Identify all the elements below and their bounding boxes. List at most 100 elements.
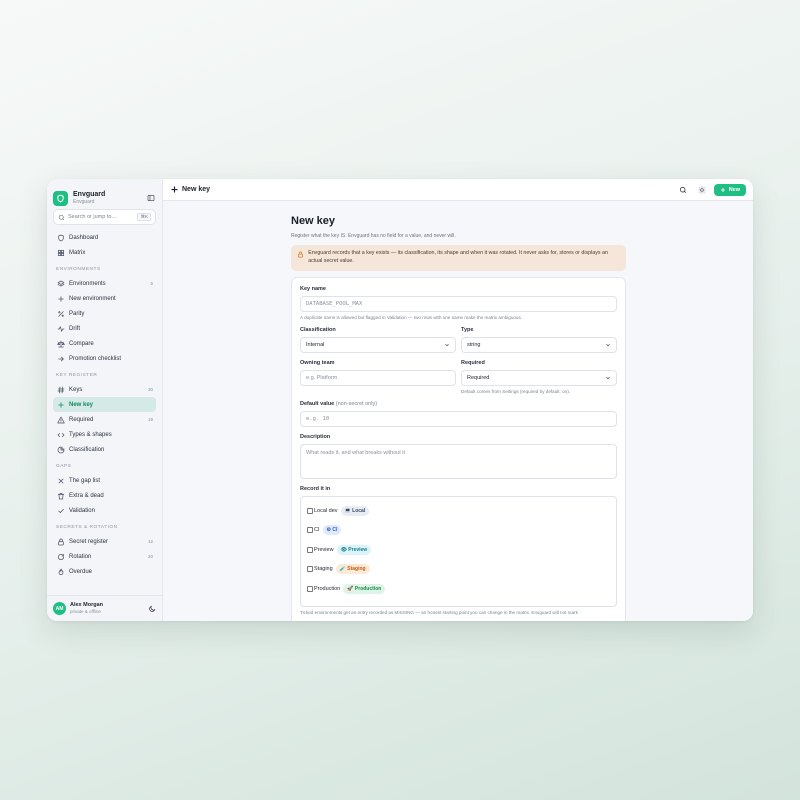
classification-group: Classification Internal <box>300 327 456 353</box>
classification-label: Classification <box>300 326 336 333</box>
owning-team-input[interactable]: e.g. Platform <box>300 369 456 386</box>
required-label: Required <box>461 359 485 366</box>
plus-icon <box>56 294 65 303</box>
user-name: Alex Morgan <box>70 601 104 608</box>
env-checkbox[interactable] <box>307 566 313 573</box>
type-select[interactable]: string <box>461 336 617 353</box>
sidebar-item-label: Environments <box>69 280 106 287</box>
default-value-label: Default value <box>300 400 335 407</box>
env-badge: 👁 Preview <box>336 544 372 555</box>
key-name-group: Key name DATABASE_POOL_MAX A duplicate n… <box>300 286 617 320</box>
user-profile[interactable]: AM Alex Morgan private & offline <box>47 595 162 621</box>
env-checkbox[interactable] <box>307 527 313 534</box>
activity-icon <box>56 324 65 333</box>
sidebar-item-matrix[interactable]: Matrix <box>53 245 156 260</box>
default-value-group: Default value (non-secret only) e.g. 10 <box>300 401 617 427</box>
brand-sub: Envguard <box>73 199 95 205</box>
sidebar-item-types-and-shapes[interactable]: Types & shapes <box>53 427 156 442</box>
env-badge: ⚙ CI <box>322 525 342 536</box>
required-value: Required <box>467 374 490 381</box>
page-subtitle: Register what the key IS. Envguard has n… <box>291 233 456 239</box>
shield-icon <box>56 233 65 242</box>
sidebar-item-label: Keys <box>69 386 83 393</box>
sidebar-item-rotation[interactable]: Rotation 20 <box>53 549 156 564</box>
moon-icon[interactable] <box>148 600 156 618</box>
sidebar-item-label: Compare <box>69 340 94 347</box>
sidebar-item-secret-register[interactable]: Secret register 12 <box>53 534 156 549</box>
env-option-staging: Staging 🧪 Staging <box>307 559 610 579</box>
percent-icon <box>56 309 65 318</box>
required-select[interactable]: Required <box>461 369 617 386</box>
sidebar-item-label: Extra & dead <box>69 492 104 499</box>
app-window: Envguard Envguard Search or jump to... ⌘… <box>47 179 753 621</box>
env-option-local-dev: Local dev 💻 Local <box>307 501 610 521</box>
sidebar-item-label: Secret register <box>69 538 109 545</box>
chevron-down-icon <box>606 376 610 380</box>
sidebar-item-parity[interactable]: Parity <box>53 306 156 321</box>
search-icon[interactable] <box>676 183 690 197</box>
sidebar-item-drift[interactable]: Drift <box>53 321 156 336</box>
check-icon <box>56 506 65 515</box>
sidebar-item-environments[interactable]: Environments 5 <box>53 276 156 291</box>
sidebar-item-label: The gap list <box>69 477 101 484</box>
env-badge: 🧪 Staging <box>335 564 370 575</box>
key-name-label: Key name <box>300 285 326 292</box>
description-placeholder: What reads it, and what breaks without i… <box>306 449 406 456</box>
lock-icon <box>297 251 304 262</box>
sidebar-item-label: New key <box>69 401 94 408</box>
page-title: New key <box>291 215 336 227</box>
sidebar-item-validation[interactable]: Validation <box>53 503 156 518</box>
description-group: Description What reads it, and what brea… <box>300 434 617 479</box>
sidebar-item-the-gap-list[interactable]: The gap list <box>53 473 156 488</box>
env-checkbox[interactable] <box>307 546 313 553</box>
key-name-input[interactable]: DATABASE_POOL_MAX <box>300 295 617 312</box>
new-button[interactable]: New <box>713 183 746 196</box>
sun-icon[interactable] <box>695 183 709 197</box>
sidebar-item-required[interactable]: Required 19 <box>53 412 156 427</box>
sidebar-item-classification[interactable]: Classification <box>53 442 156 457</box>
sidebar-item-count: 5 <box>150 281 153 286</box>
env-checkbox[interactable] <box>307 507 313 514</box>
chevron-down-icon <box>606 343 610 347</box>
sidebar-item-dashboard[interactable]: Dashboard <box>53 230 156 245</box>
sidebar-item-overdue[interactable]: Overdue <box>53 564 156 579</box>
env-badge: 💻 Local <box>340 505 370 516</box>
sidebar-item-keys[interactable]: Keys 30 <box>53 382 156 397</box>
warning-icon <box>56 415 65 424</box>
description-textarea[interactable]: What reads it, and what breaks without i… <box>300 443 617 479</box>
search-input[interactable]: Search or jump to... ⌘K <box>53 209 156 225</box>
grid-icon <box>56 248 65 257</box>
notice-text: Envguard records that a key exists — its… <box>308 250 608 264</box>
record-in-hint: Ticked environments get an entry recorde… <box>300 609 578 615</box>
env-name: Local dev <box>314 507 338 514</box>
plus-icon <box>170 181 179 199</box>
env-option-preview: Preview 👁 Preview <box>307 540 610 560</box>
type-label: Type <box>461 326 474 333</box>
chevron-down-icon <box>445 343 449 347</box>
default-value-input[interactable]: e.g. 10 <box>300 410 617 427</box>
sidebar-item-promotion-checklist[interactable]: Promotion checklist <box>53 351 156 366</box>
type-group: Type string <box>461 327 617 353</box>
sidebar-toggle-icon[interactable] <box>146 193 156 203</box>
sidebar-item-compare[interactable]: Compare <box>53 336 156 351</box>
sidebar-item-label: Dashboard <box>69 234 99 241</box>
env-option-production: Production 🚀 Production <box>307 579 610 599</box>
key-name-placeholder: DATABASE_POOL_MAX <box>306 300 363 307</box>
env-badge: 🚀 Production <box>343 583 386 594</box>
sidebar-item-extra-and-dead[interactable]: Extra & dead <box>53 488 156 503</box>
required-group: Required Required Default comes from Set… <box>461 360 617 394</box>
section-title: SECRETS & ROTATION <box>56 525 118 530</box>
notice-banner: Envguard records that a key exists — its… <box>291 245 626 271</box>
classification-select[interactable]: Internal <box>300 336 456 353</box>
new-button-label: New <box>728 186 740 193</box>
record-in-group: Record it in Local dev 💻 Local CI ⚙ CI Previ… <box>300 486 617 615</box>
sidebar-item-new-key[interactable]: New key <box>53 397 156 412</box>
required-hint: Default comes from Settings (required by… <box>461 388 571 394</box>
env-checkbox[interactable] <box>307 585 313 592</box>
classification-value: Internal <box>306 341 325 348</box>
sidebar-item-new-environment[interactable]: New environment <box>53 291 156 306</box>
content: New key Register what the key IS. Envgua… <box>163 201 753 621</box>
env-name: Preview <box>314 546 334 553</box>
sidebar-item-count: 19 <box>147 417 153 422</box>
scale-icon <box>56 339 65 348</box>
